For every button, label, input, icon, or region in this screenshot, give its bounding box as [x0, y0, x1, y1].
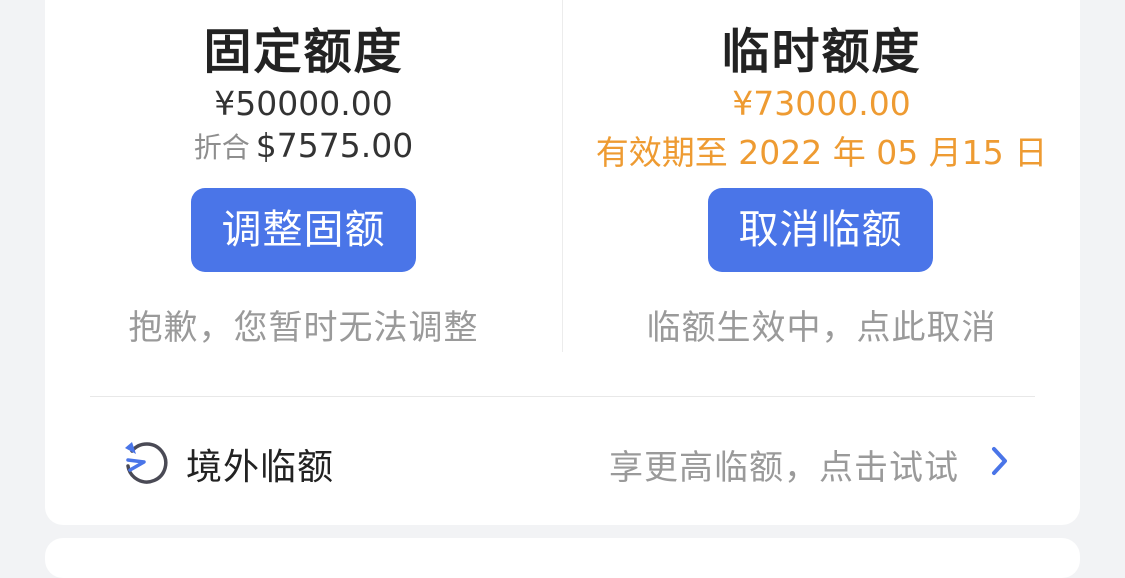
overseas-limit-promo: 享更高临额，点击试试 [609, 448, 959, 488]
overseas-limit-row[interactable]: 境外临额 享更高临额，点击试试 [90, 420, 1035, 500]
temp-limit-title: 临时额度 [721, 24, 922, 80]
converted-amount: $7575.00 [255, 126, 414, 165]
adjust-fixed-limit-button[interactable]: 调整固额 [191, 188, 416, 272]
fixed-limit-amount: ¥50000.00 [214, 84, 393, 123]
fixed-limit-title: 固定额度 [203, 24, 404, 80]
overseas-limit-label: 境外临额 [186, 447, 335, 488]
cancel-temp-limit-button[interactable]: 取消临额 [708, 188, 933, 272]
converted-prefix: 折合 [193, 131, 250, 164]
converted-amount-line: 折合 $7575.00 [45, 126, 562, 166]
fixed-limit-hint: 抱歉，您暂时无法调整 [128, 308, 479, 348]
clock-plane-icon [122, 438, 170, 486]
chevron-right-icon [985, 444, 1013, 478]
fixed-limit-section: 固定额度 ¥50000.00 折合 $7575.00 调整固额 抱歉，您暂时无法调… [45, 0, 562, 370]
temp-limit-section: 临时额度 ¥73000.00 有效期至 2022 年 05 月15 日 取消临额… [563, 0, 1080, 370]
temp-limit-hint[interactable]: 临额生效中，点此取消 [563, 300, 1080, 349]
temp-limit-valid-until: 有效期至 2022 年 05 月15 日 [595, 133, 1048, 172]
next-card [45, 538, 1080, 578]
temp-limit-amount: ¥73000.00 [732, 84, 911, 123]
row-divider [90, 396, 1035, 397]
